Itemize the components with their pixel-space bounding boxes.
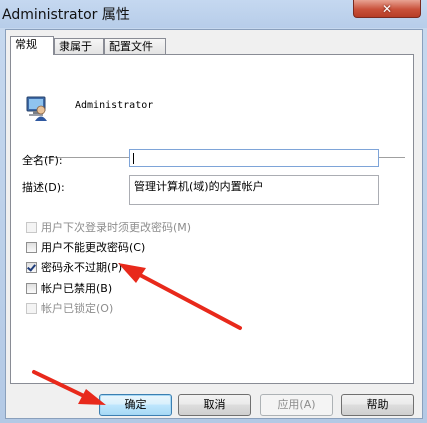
description-value: 管理计算机(域)的内置帐户 <box>134 180 264 193</box>
must-change-password-checkbox[interactable] <box>26 221 37 233</box>
apply-button[interactable]: 应用(A) <box>260 394 333 416</box>
option-account-locked[interactable]: 帐户已锁定(O) <box>26 301 113 315</box>
description-label: 描述(D): <box>22 181 65 194</box>
fullname-field[interactable] <box>129 149 379 167</box>
password-never-expires-checkbox[interactable] <box>26 261 37 273</box>
general-tab-panel: Administrator 全名(F): 描述(D): 管理计算机(域)的内置帐… <box>10 54 414 384</box>
option-cannot-change-password[interactable]: 用户不能更改密码(C) <box>26 240 145 254</box>
cannot-change-password-label: 用户不能更改密码(C) <box>41 241 146 254</box>
text-caret <box>133 153 134 164</box>
properties-dialog: Administrator 属性 ✕ 常规 隶属于 配置文件 Administr… <box>0 0 427 423</box>
tab-general[interactable]: 常规 <box>10 36 54 55</box>
close-button[interactable]: ✕ <box>353 0 421 18</box>
account-name: Administrator <box>75 100 154 111</box>
description-field[interactable]: 管理计算机(域)的内置帐户 <box>129 175 379 205</box>
help-button[interactable]: 帮助 <box>341 394 414 416</box>
option-password-never-expires[interactable]: 密码永不过期(P) <box>26 260 122 274</box>
dialog-client-area: 常规 隶属于 配置文件 Administrator 全名(F): 描述(D): <box>5 29 423 419</box>
account-locked-label: 帐户已锁定(O) <box>41 302 114 315</box>
close-icon: ✕ <box>381 1 393 16</box>
account-locked-checkbox[interactable] <box>26 302 37 314</box>
account-disabled-label: 帐户已禁用(B) <box>41 282 113 295</box>
fullname-label: 全名(F): <box>22 154 63 167</box>
option-must-change-password[interactable]: 用户下次登录时须更改密码(M) <box>26 220 191 234</box>
window-title: Administrator 属性 <box>2 7 130 23</box>
cannot-change-password-checkbox[interactable] <box>26 241 37 253</box>
user-account-icon <box>26 96 47 121</box>
tab-member-of[interactable]: 隶属于 <box>54 38 104 54</box>
password-never-expires-label: 密码永不过期(P) <box>41 261 123 274</box>
cancel-button[interactable]: 取消 <box>178 394 251 416</box>
option-account-disabled[interactable]: 帐户已禁用(B) <box>26 281 112 295</box>
ok-button[interactable]: 确定 <box>99 394 172 416</box>
tab-profile[interactable]: 配置文件 <box>104 38 166 54</box>
account-disabled-checkbox[interactable] <box>26 282 37 294</box>
title-bar[interactable]: Administrator 属性 ✕ <box>0 0 427 28</box>
must-change-password-label: 用户下次登录时须更改密码(M) <box>41 221 192 234</box>
